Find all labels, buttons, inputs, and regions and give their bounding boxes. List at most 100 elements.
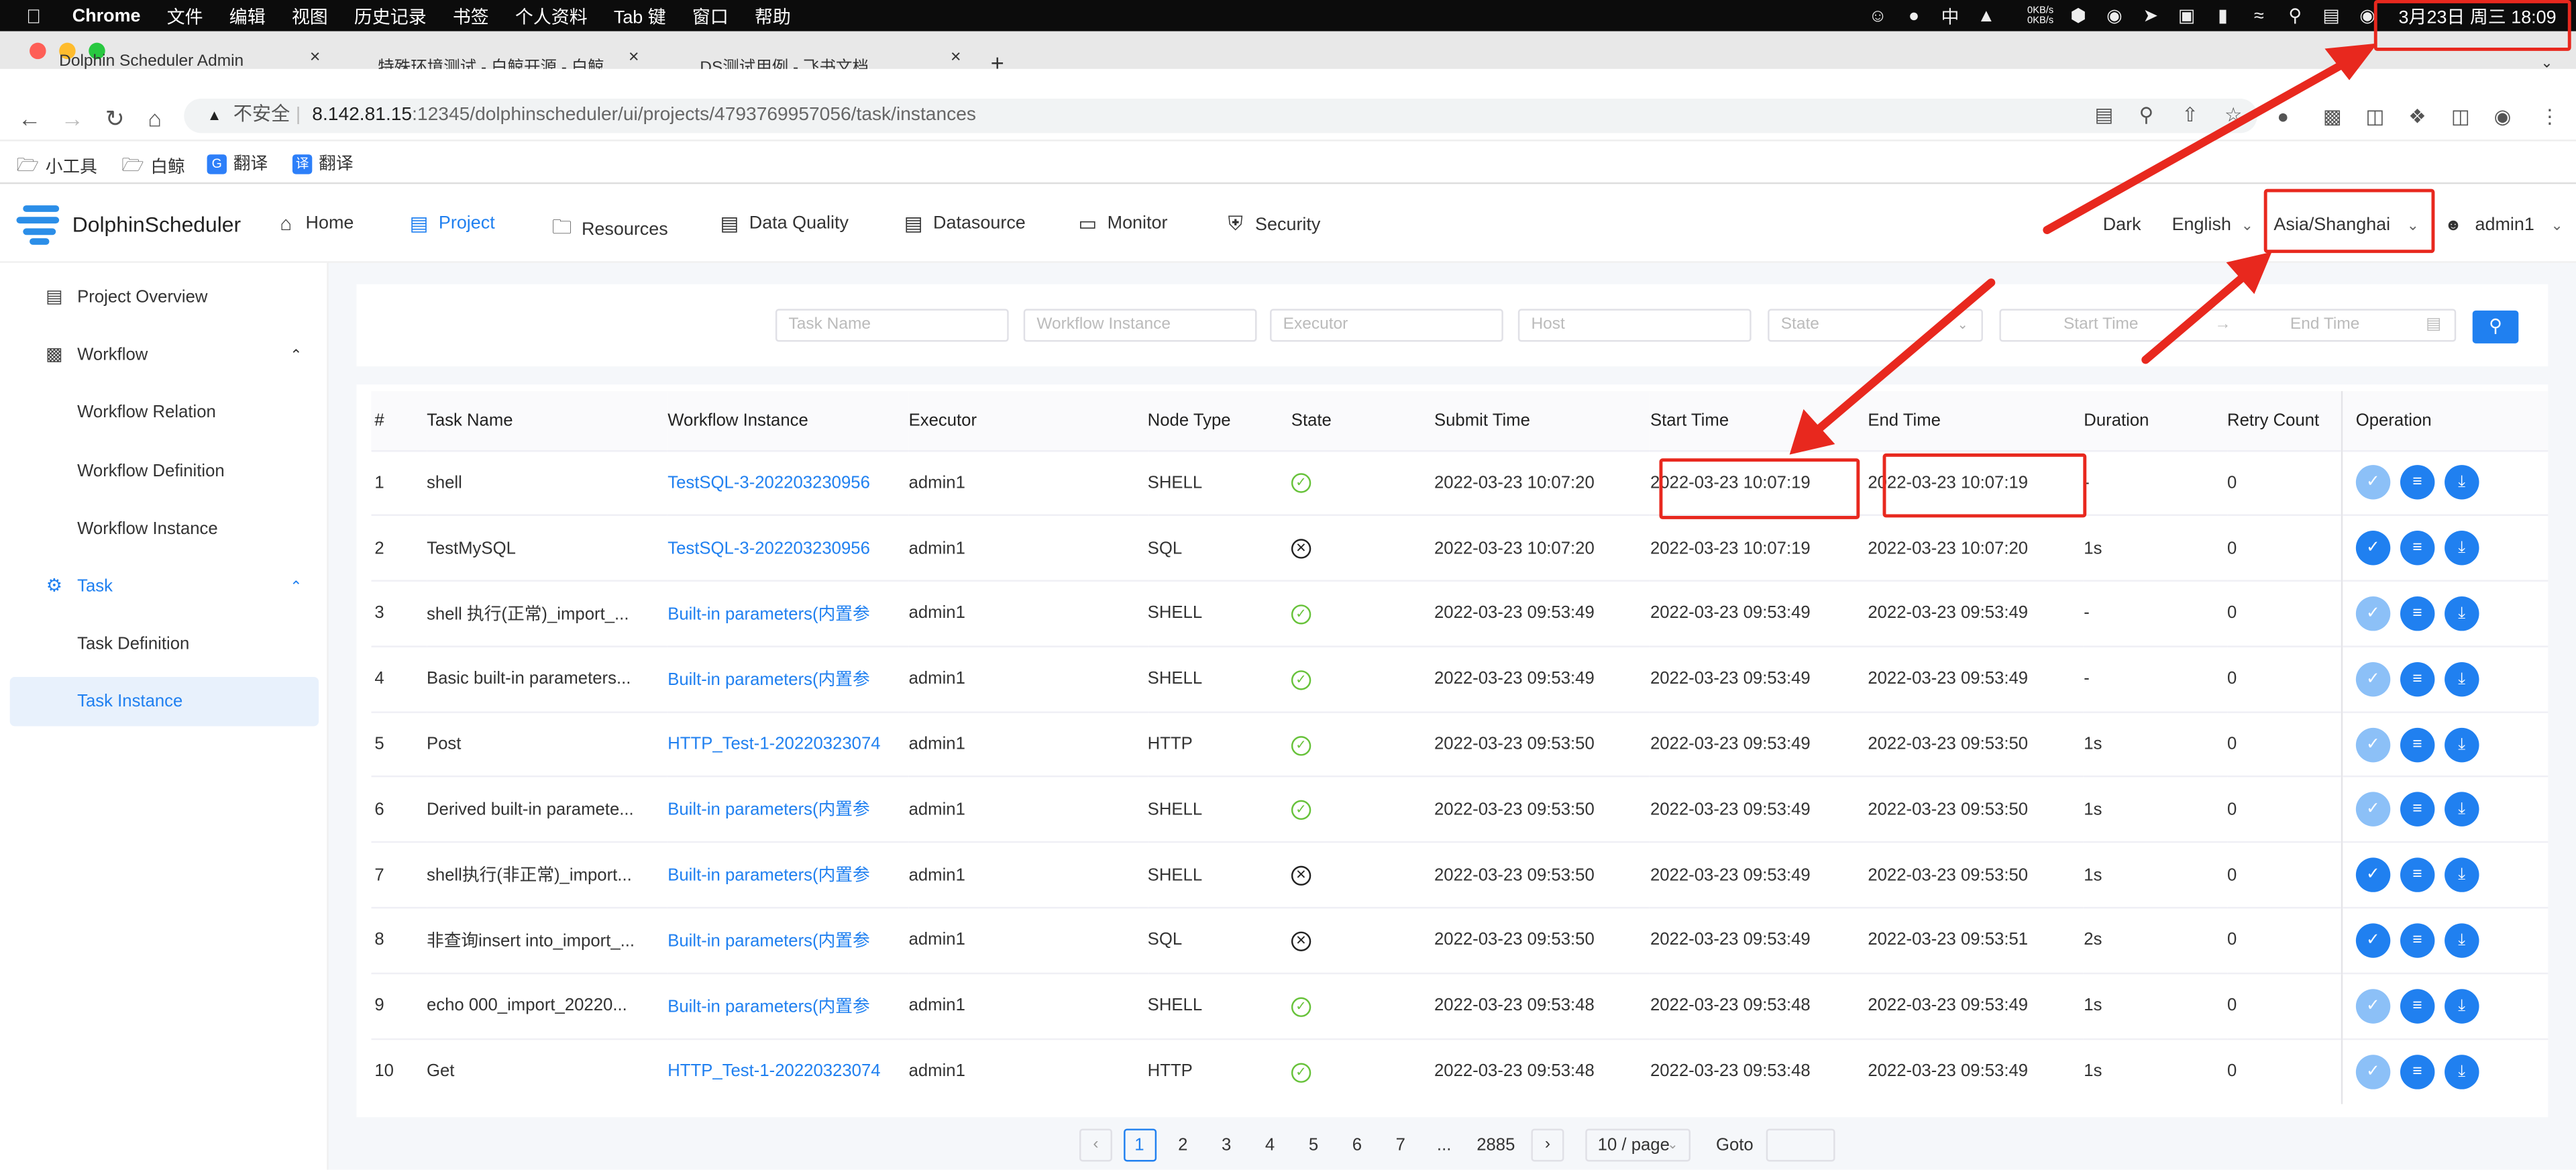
close-tab-icon[interactable]: × [629,52,639,67]
wifi-icon[interactable]: ≈ [2241,6,2277,25]
state-select[interactable]: State ⌄ [1768,309,1983,342]
browser-tab-dolphin[interactable]: Dolphin Scheduler Admin × [33,52,321,68]
more-menu-icon[interactable]: ⋮ [2540,105,2559,128]
sidebar-item-workflow-relation[interactable]: Workflow Relation [0,388,329,437]
nav-monitor[interactable]: ▭ Monitor [1076,212,1167,235]
prev-page-button[interactable]: ‹ [1079,1128,1112,1162]
sidebar-item-task-definition[interactable]: Task Definition [0,619,329,668]
detail-button[interactable]: ≡ [2400,727,2435,762]
page-last[interactable]: 2885 [1471,1128,1520,1161]
cat-icon[interactable]: ▲ [1968,6,2004,25]
detail-button[interactable]: ≡ [2400,857,2435,893]
sidebar-item-workflow[interactable]: ▩ Workflow ⌃ [0,330,329,379]
view-log-button[interactable]: ✓ [2355,857,2391,893]
bookmark-tools[interactable]: 🗁 小工具 [16,151,97,182]
search-icon[interactable]: ⚲ [2277,5,2313,26]
detail-button[interactable]: ≡ [2400,531,2435,566]
page-ellipsis[interactable]: ... [1428,1128,1460,1161]
workflow-instance-input[interactable]: Workflow Instance [1023,309,1257,342]
nav-datasource[interactable]: ▤ Datasource [902,212,1026,235]
view-log-button[interactable]: ✓ [2355,596,2391,631]
bookmark-star-icon[interactable]: ☆ [2224,99,2242,133]
view-log-button[interactable]: ✓ [2355,792,2391,827]
workflow-instance-link[interactable]: TestSQL-3-202203230956 [667,449,909,516]
nav-security[interactable]: ⛨ Security [1224,212,1321,237]
emoji-icon[interactable]: ☺ [1860,6,1896,25]
close-tab-icon[interactable]: × [951,52,961,67]
download-log-button[interactable]: ⤓ [2444,1054,2479,1089]
search-button[interactable]: ⚲ [2472,310,2519,343]
menu-profile[interactable]: 个人资料 [515,3,588,29]
warning-icon[interactable]: ▲ [207,99,222,133]
apple-icon[interactable]:  [26,4,49,27]
executor-input[interactable]: Executor [1270,309,1503,342]
theme-toggle[interactable]: Dark [2103,215,2141,235]
battery-icon[interactable]: ▮ [2205,5,2241,26]
user-menu[interactable]: ☻ admin1 ⌄ [2445,215,2563,235]
browser-tab-ds-cases[interactable]: DS测试用例 - 飞书文档 × [674,52,961,68]
extensions-icon[interactable]: ❖ [2408,105,2426,128]
workflow-instance-link[interactable]: HTTP_Test-1-20220323074 [667,710,909,778]
extension-stack-icon[interactable]: ◫ [2366,105,2385,128]
workflow-instance-link[interactable]: Built-in parameters(内置参 [667,972,909,1039]
date-range-picker[interactable]: Start Time → End Time ▤ [1999,309,2457,342]
workflow-instance-link[interactable]: Built-in parameters(内置参 [667,776,909,843]
url-text[interactable]: 8.142.81.15:12345/dolphinscheduler/ui/pr… [312,99,976,133]
bookmark-translate-1[interactable]: G 翻译 [207,151,268,176]
view-log-button[interactable]: ✓ [2355,531,2391,566]
workflow-instance-link[interactable]: HTTP_Test-1-20220323074 [667,1037,909,1104]
extension-puzzle-icon[interactable]: ▩ [2323,105,2342,128]
detail-button[interactable]: ≡ [2400,988,2435,1024]
browser-tab-env-test[interactable]: 特殊环境测试 - 白鲸开源 - 白鲸... × [352,52,639,68]
download-log-button[interactable]: ⤓ [2444,466,2479,500]
menu-help[interactable]: 帮助 [755,3,791,29]
menu-file[interactable]: 文件 [167,3,203,29]
wechat-icon[interactable]: ◉ [2096,5,2133,26]
zoom-icon[interactable]: ⚲ [2139,99,2154,133]
sidebar-item-workflow-definition[interactable]: Workflow Definition [0,447,329,496]
page-1[interactable]: 1 [1122,1128,1156,1162]
sidebar-item-project-overview[interactable]: ▤ Project Overview [0,273,329,322]
page-4[interactable]: 4 [1254,1128,1287,1161]
home-icon[interactable]: ⌂ [148,105,162,131]
forward-icon[interactable]: → [61,105,84,131]
detail-button[interactable]: ≡ [2400,661,2435,696]
page-2[interactable]: 2 [1167,1128,1199,1161]
menu-window[interactable]: 窗口 [692,3,729,29]
task-name-input[interactable]: Task Name [775,309,1009,342]
nav-project[interactable]: ▤ Project [407,212,495,235]
nav-resources[interactable]: 🗀 Resources [550,212,668,246]
detail-button[interactable]: ≡ [2400,923,2435,958]
menu-edit[interactable]: 编辑 [229,3,266,29]
view-log-button[interactable]: ✓ [2355,661,2391,696]
detail-button[interactable]: ≡ [2400,466,2435,500]
workflow-instance-link[interactable]: Built-in parameters(内置参 [667,645,909,712]
host-input[interactable]: Host [1517,309,1752,342]
back-icon[interactable]: ← [18,105,41,131]
sidebar-item-task[interactable]: ⚙ Task ⌃ [0,562,329,611]
download-log-button[interactable]: ⤓ [2444,792,2479,827]
page-6[interactable]: 6 [1340,1128,1373,1161]
close-tab-icon[interactable]: × [310,52,321,67]
sidebar-item-task-instance[interactable]: Task Instance [9,676,319,727]
bookmark-baijing[interactable]: 🗁 白鲸 [121,151,185,182]
view-log-button[interactable]: ✓ [2355,923,2391,958]
reload-icon[interactable]: ↻ [105,105,125,134]
share-icon[interactable]: ⇧ [2182,99,2198,133]
download-log-button[interactable]: ⤓ [2444,531,2479,566]
menu-view[interactable]: 视图 [292,3,328,29]
menu-tab[interactable]: Tab 键 [614,3,666,29]
security-label[interactable]: 不安全 [233,99,290,133]
view-log-button[interactable]: ✓ [2355,466,2391,500]
download-log-button[interactable]: ⤓ [2444,727,2479,762]
menu-app-chrome[interactable]: Chrome [72,6,141,25]
download-log-button[interactable]: ⤓ [2444,661,2479,696]
logo[interactable]: DolphinScheduler [16,202,241,245]
app-status-icon[interactable]: ⬢ [2060,5,2096,26]
bird-icon[interactable]: ➤ [2133,5,2169,26]
side-panel-icon[interactable]: ◫ [2451,105,2470,128]
extension-circle-icon[interactable]: ● [2277,105,2289,128]
detail-button[interactable]: ≡ [2400,792,2435,827]
download-log-button[interactable]: ⤓ [2444,923,2479,958]
workflow-instance-link[interactable]: Built-in parameters(内置参 [667,580,909,647]
